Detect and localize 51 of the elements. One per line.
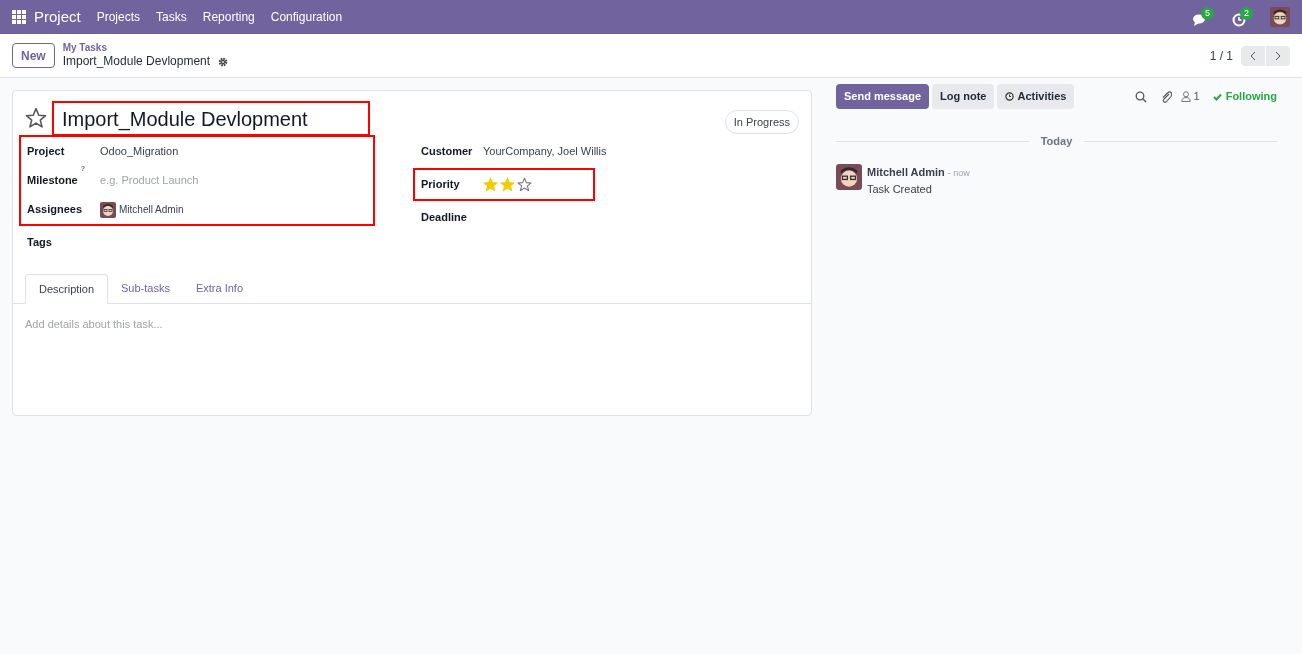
chevron-left-icon (1249, 50, 1257, 61)
menu-item[interactable]: Projects (96, 8, 141, 26)
checkmark-icon (1212, 92, 1222, 101)
messages-button[interactable]: 5 (1192, 7, 1216, 27)
activities-button[interactable]: 2 (1232, 7, 1254, 27)
field-label: Project (27, 144, 66, 160)
activities-button[interactable]: Activities (997, 84, 1075, 109)
field-value[interactable]: YourCompany, Joel Willis (483, 143, 607, 160)
count-badge: 5 (1201, 7, 1214, 20)
app-name[interactable]: Project (34, 5, 81, 29)
chevron-right-icon (1274, 50, 1282, 61)
star-icon[interactable] (517, 177, 532, 192)
menu-item[interactable]: Reporting (202, 8, 255, 26)
date-separator: Today (1039, 134, 1074, 149)
message-author[interactable]: Mitchell Admin (867, 163, 945, 180)
message-time: - now (947, 166, 970, 180)
menu-item[interactable]: Tasks (156, 8, 187, 26)
log-note-button[interactable]: Log note (932, 84, 995, 109)
person-icon (1180, 91, 1191, 102)
field-label: Assignees (27, 202, 84, 218)
field-value[interactable]: Odoo_Migration (100, 143, 179, 160)
field-label: Deadline (421, 210, 468, 226)
gear-icon[interactable] (218, 56, 229, 67)
send-message-button[interactable]: Send message (836, 84, 930, 109)
search-icon[interactable] (1134, 90, 1147, 103)
breadcrumb-link[interactable]: My Tasks (62, 41, 229, 55)
clock-icon (1232, 13, 1246, 27)
user-avatar[interactable] (1270, 7, 1290, 27)
menu-item[interactable]: Configuration (270, 8, 343, 26)
clock-icon (1005, 92, 1015, 101)
priority-stars[interactable] (483, 177, 532, 192)
pager-value: 1 / 1 (1209, 47, 1233, 65)
user-avatar[interactable] (836, 163, 862, 190)
new-button[interactable]: New (12, 43, 55, 68)
field-label: Tags (27, 235, 53, 251)
favorite-star-icon[interactable] (25, 107, 47, 129)
following-button[interactable]: Following (1212, 88, 1277, 105)
task-title[interactable]: Import_Module Devlopment (62, 103, 308, 134)
count-badge: 2 (1240, 7, 1253, 20)
field-label: Customer (421, 144, 474, 160)
record-name: Import_Module Devlopment (62, 54, 211, 70)
field-label: Priority (421, 177, 461, 193)
followers-button[interactable]: 1 (1180, 88, 1200, 105)
form-tab[interactable]: Sub-tasks (108, 274, 183, 303)
form-tab[interactable]: Description (25, 274, 109, 304)
field-label: Milestone (27, 173, 78, 189)
message-body: Task Created (867, 181, 933, 197)
apps-menu-icon[interactable] (12, 10, 26, 24)
assignee-name[interactable]: Mitchell Admin (119, 202, 184, 217)
form-tab[interactable]: Extra Info (182, 274, 257, 303)
user-avatar (100, 201, 116, 218)
